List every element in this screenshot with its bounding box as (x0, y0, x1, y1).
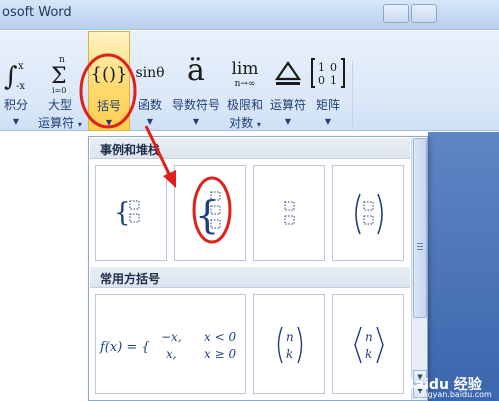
bracket-icon: {()} (90, 64, 128, 85)
binomial-preview: n k (277, 326, 303, 364)
operator-button[interactable]: 运算符 ▼ (268, 31, 308, 131)
watermark-url: jingyan.baidu.com (418, 390, 492, 399)
limit-subscript: n→∞ (234, 79, 256, 89)
gallery-item-paren-stack[interactable] (332, 165, 404, 261)
large-operator-label: 大型 运算符 ▾ (34, 96, 86, 134)
accent-icon: ä (187, 53, 205, 88)
ribbon-separator (352, 61, 353, 131)
large-operator-label-line2: 运算符 (38, 116, 75, 130)
section-header-cases-stacks: 事例和堆栈 (90, 138, 410, 159)
gallery-item-binomial[interactable]: n k (253, 294, 325, 394)
stack-two-icon (284, 201, 295, 225)
chevron-down-icon: ▼ (12, 117, 20, 126)
integral-lower-limit: -x (16, 81, 25, 92)
sum-lower-limit: i=0 (52, 86, 66, 95)
limit-log-label-line2: 对数 (229, 116, 254, 130)
minimize-button[interactable] (383, 4, 409, 23)
gallery-item-stack-two[interactable] (253, 165, 325, 261)
chevron-down-icon: ▼ (192, 117, 200, 126)
piecewise-row2-condition: x ≥ 0 (204, 347, 236, 361)
sum-icon: n Σ i=0 (51, 55, 67, 95)
chevron-down-icon: ▾ (256, 120, 261, 129)
bracket-label: 括号 (96, 99, 121, 113)
piecewise-function-preview: f(x) = { −x, x < 0 x, x ≥ 0 (99, 330, 236, 361)
brace-three-row-icon: { (195, 191, 221, 237)
integral-button[interactable]: ∫ x -x 积分 ▼ (0, 31, 32, 131)
limit-log-label: 极限和 对数 ▾ (224, 96, 266, 134)
document-background (428, 132, 499, 401)
matrix-label: 矩阵 (315, 98, 340, 112)
angle-binomial-bottom: k (365, 347, 372, 361)
svg-text:1: 1 (318, 61, 325, 74)
limit-icon: lim (231, 59, 259, 79)
equation-tools-ribbon: ∫ x -x 积分 ▼ n Σ i=0 大型 运算符 ▾ {()} 括号 ▼ s… (0, 31, 499, 131)
matrix-icon: 1 0 0 1 (311, 58, 345, 88)
scrollbar-thumb[interactable] (413, 138, 427, 318)
paren-stack-icon (355, 193, 383, 235)
piecewise-row2-value: x, (166, 347, 177, 361)
bracket-button[interactable]: {()} 括号 ▼ (88, 31, 130, 131)
matrix-button[interactable]: 1 0 0 1 矩阵 ▼ (310, 31, 346, 131)
large-operator-label-line1: 大型 (47, 98, 72, 112)
chevron-down-icon: ▼ (284, 117, 292, 126)
document-page[interactable] (0, 132, 88, 401)
bracket-gallery: 事例和堆栈 { { 常用方括号 f(x) = {−x, x < 0 x, x … (88, 136, 428, 401)
operator-label: 运算符 (269, 98, 306, 112)
gallery-item-brace-two-row[interactable]: { (95, 165, 167, 261)
title-bar: osoft Word (0, 0, 499, 30)
svg-text:1: 1 (330, 74, 337, 87)
chevron-down-icon: ▼ (324, 117, 332, 126)
brace-two-row-icon: { (114, 198, 140, 228)
binomial-top: n (286, 330, 294, 344)
svg-text:{: { (114, 198, 131, 228)
function-label: 函数 (137, 98, 162, 112)
chevron-down-icon: ▼ (146, 117, 154, 126)
function-icon: sinθ (135, 65, 165, 81)
chevron-down-icon: ▾ (77, 120, 82, 129)
piecewise-row1-condition: x < 0 (204, 330, 236, 344)
accent-button[interactable]: ä 导数符号 ▼ (170, 31, 222, 131)
gallery-item-brace-three-row[interactable]: { (174, 165, 246, 261)
limit-log-label-line1: 极限和 (226, 98, 263, 112)
angle-binomial-preview: n k (354, 326, 384, 364)
piecewise-lhs: f(x) = { (99, 340, 150, 355)
gallery-item-piecewise-function[interactable]: f(x) = { −x, x < 0 x, x ≥ 0 (95, 294, 246, 394)
piecewise-row1-value: −x, (161, 330, 182, 344)
limit-log-button[interactable]: lim n→∞ 极限和 对数 ▾ (224, 31, 266, 131)
angle-binomial-top: n (365, 330, 373, 344)
window-title: osoft Word (2, 5, 72, 20)
gallery-scrollbar[interactable]: ▼ ▼ (411, 138, 427, 400)
svg-text:0: 0 (330, 61, 337, 74)
integral-upper-limit: x (18, 61, 24, 72)
maximize-button[interactable] (411, 4, 437, 23)
function-button[interactable]: sinθ 函数 ▼ (132, 31, 168, 131)
section-header-common-brackets: 常用方括号 (90, 267, 410, 288)
integral-label: 积分 (3, 98, 28, 112)
chevron-down-icon: ▼ (105, 118, 113, 127)
gallery-item-angle-binomial[interactable]: n k (332, 294, 404, 394)
svg-text:0: 0 (318, 74, 325, 87)
large-operator-button[interactable]: n Σ i=0 大型 运算符 ▾ (34, 31, 86, 131)
integral-icon: ∫ x -x (4, 61, 25, 92)
delta-operator-icon (274, 61, 302, 85)
binomial-bottom: k (286, 347, 293, 361)
accent-label: 导数符号 (171, 98, 220, 112)
